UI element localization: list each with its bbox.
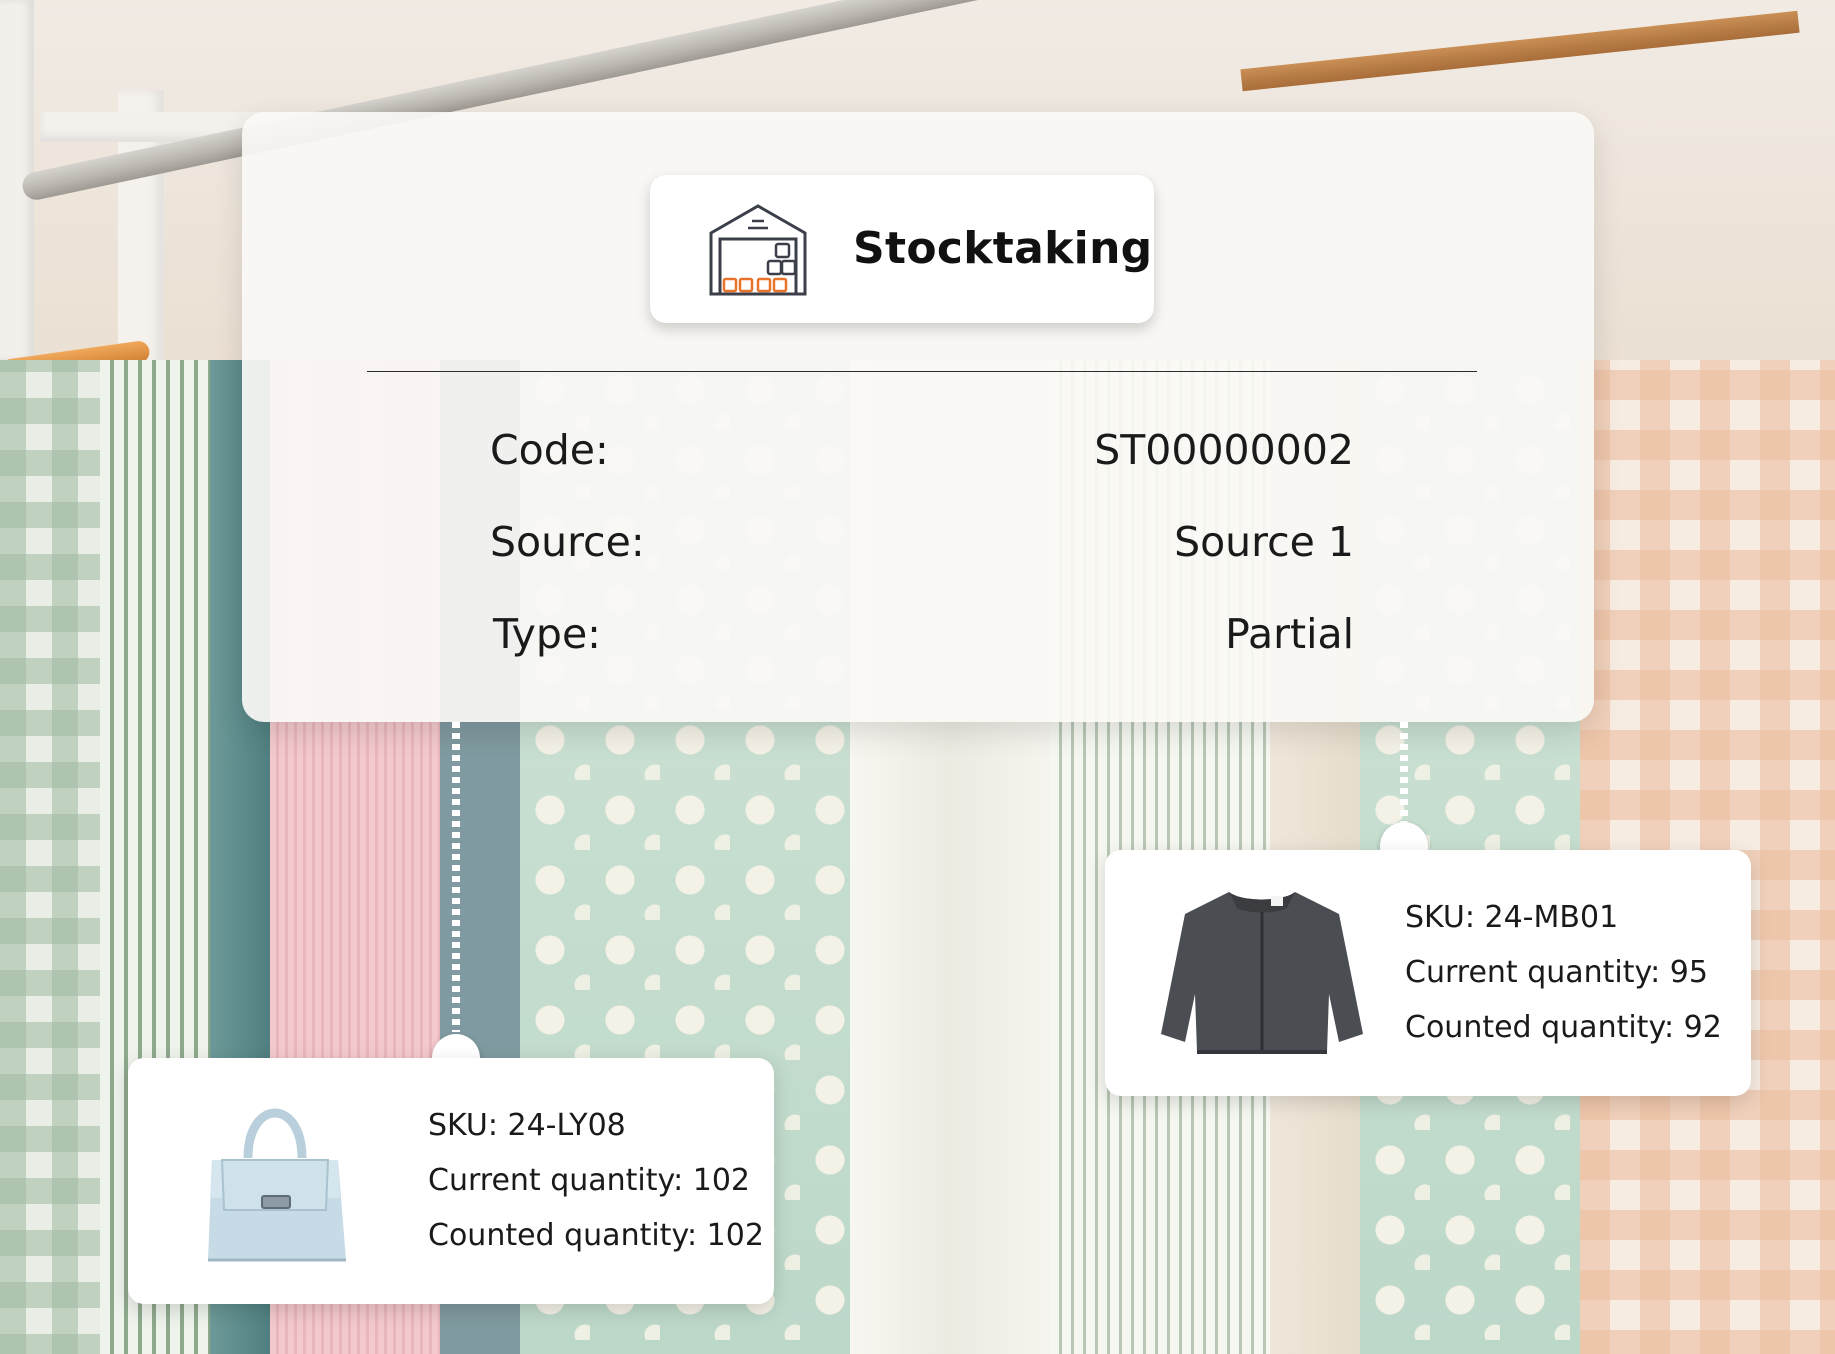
code-value: ST00000002 [1094,426,1354,474]
product-current-quantity: Current quantity: 102 [428,1163,751,1198]
type-label: Type: [493,610,601,658]
garment [0,360,100,1354]
stocktaking-card: Stocktaking Code: ST00000002 Source: Sou… [242,112,1594,722]
product-sku: SKU: 24-MB01 [1405,900,1619,935]
product-current-quantity: Current quantity: 95 [1405,955,1708,990]
type-value: Partial [1225,610,1354,658]
handbag-icon [208,1108,346,1262]
code-label: Code: [490,426,609,474]
product-counted-quantity: Counted quantity: 92 [1405,1010,1722,1045]
connector-line [1400,722,1408,822]
jacket-icon [1161,892,1363,1054]
stocktaking-title: Stocktaking [853,223,1153,274]
product-counted-quantity: Counted quantity: 102 [428,1218,764,1253]
stocktaking-header: Stocktaking [650,175,1154,323]
source-label: Source: [490,518,645,566]
connector-line [452,722,460,1032]
warehouse-icon [709,204,807,296]
product-sku: SKU: 24-LY08 [428,1108,626,1143]
source-value: Source 1 [1174,518,1354,566]
divider [367,371,1477,372]
product-card-24-ly08[interactable]: SKU: 24-LY08 Current quantity: 102 Count… [128,1058,774,1304]
product-card-24-mb01[interactable]: SKU: 24-MB01 Current quantity: 95 Counte… [1105,850,1751,1096]
